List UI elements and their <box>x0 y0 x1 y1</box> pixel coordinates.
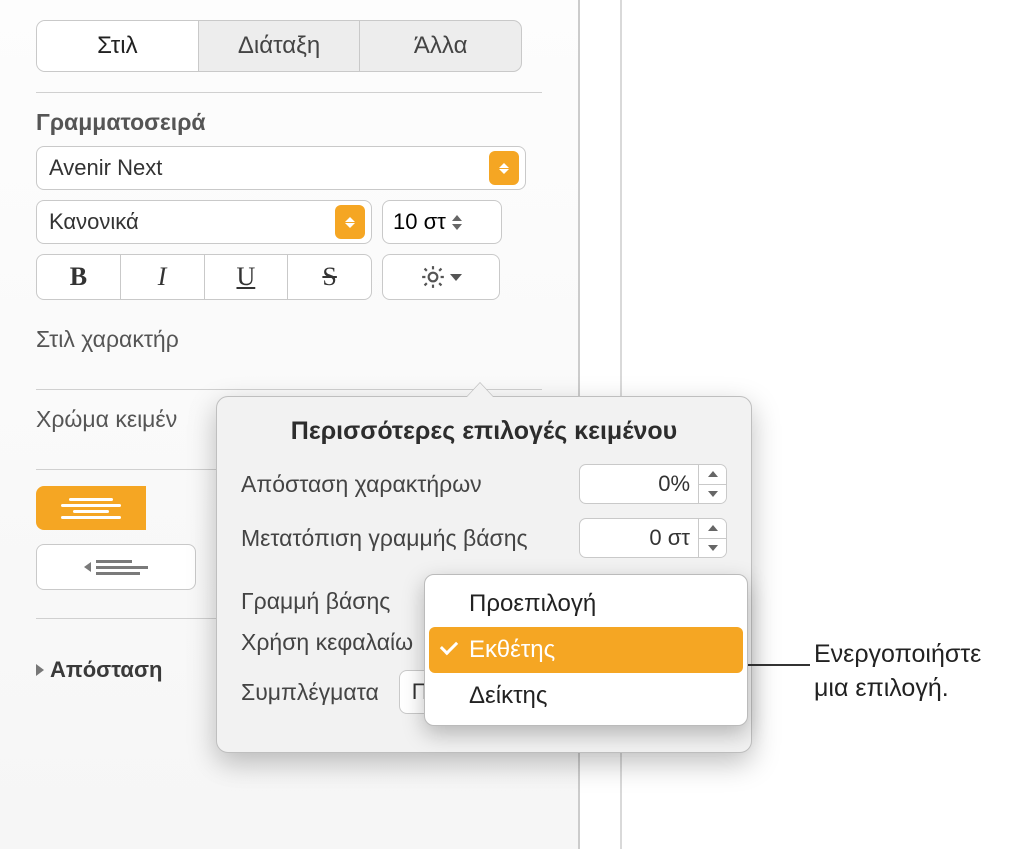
character-spacing-value: 0% <box>658 471 690 497</box>
font-weight-popup[interactable]: Κανονικά <box>36 200 372 244</box>
divider <box>36 92 542 93</box>
bold-button[interactable]: B <box>37 255 120 299</box>
ligatures-label: Συμπλέγματα <box>241 679 379 706</box>
character-spacing-label: Απόσταση χαρακτήρων <box>241 471 579 498</box>
check-icon <box>440 637 458 655</box>
font-weight-value: Κανονικά <box>49 209 335 235</box>
baseline-dropdown-menu: Προεπιλογή Εκθέτης Δείκτης <box>424 574 748 726</box>
font-family-value: Avenir Next <box>49 155 489 181</box>
annotation-callout: Ενεργοποιήστε μια επιλογή. <box>814 638 981 706</box>
menu-item-subscript[interactable]: Δείκτης <box>429 673 743 719</box>
underline-button[interactable]: U <box>204 255 288 299</box>
baseline-shift-stepper[interactable] <box>699 518 727 558</box>
text-style-segmented: B I U S <box>36 254 372 300</box>
indent-lines-icon <box>96 557 148 578</box>
advanced-text-options-button[interactable] <box>382 254 500 300</box>
popover-title: Περισσότερες επιλογές κειμένου <box>241 417 727 446</box>
baseline-shift-label: Μετατόπιση γραμμής βάσης <box>241 525 579 552</box>
stepper-icon[interactable] <box>446 215 468 230</box>
panel-tabs: Στιλ Διάταξη Άλλα <box>36 20 522 72</box>
font-size-field[interactable]: 10 στ <box>382 200 502 244</box>
spacing-label: Απόσταση <box>50 657 162 683</box>
annotation-leader-line <box>748 664 810 666</box>
annotation-line: Ενεργοποιήστε <box>814 640 981 668</box>
italic-button[interactable]: I <box>120 255 204 299</box>
tab-layout[interactable]: Διάταξη <box>198 21 360 71</box>
gear-icon <box>420 264 446 290</box>
menu-item-superscript[interactable]: Εκθέτης <box>429 627 743 673</box>
baseline-shift-value: 0 στ <box>649 525 690 551</box>
strikethrough-button[interactable]: S <box>287 255 371 299</box>
font-family-popup[interactable]: Avenir Next <box>36 146 526 190</box>
character-spacing-field[interactable]: 0% <box>579 464 699 504</box>
annotation-line: μια επιλογή. <box>814 674 949 702</box>
updown-icon <box>335 205 365 239</box>
updown-icon <box>489 151 519 185</box>
font-section-title: Γραμματοσειρά <box>36 109 542 136</box>
character-spacing-stepper[interactable] <box>699 464 727 504</box>
font-size-value: 10 στ <box>393 209 446 235</box>
menu-item-label: Προεπιλογή <box>469 590 596 618</box>
chevron-right-icon <box>36 664 44 676</box>
menu-item-default[interactable]: Προεπιλογή <box>429 581 743 627</box>
menu-item-label: Εκθέτης <box>469 636 555 664</box>
indent-button[interactable] <box>36 544 196 590</box>
align-left-button[interactable] <box>36 486 146 530</box>
baseline-shift-field[interactable]: 0 στ <box>579 518 699 558</box>
indent-caret-icon <box>84 562 91 572</box>
menu-item-label: Δείκτης <box>469 682 547 710</box>
tab-more[interactable]: Άλλα <box>359 21 521 71</box>
character-style-label: Στιλ χαρακτήρ <box>36 326 542 353</box>
chevron-down-icon <box>450 274 462 281</box>
tab-style[interactable]: Στιλ <box>37 21 198 71</box>
